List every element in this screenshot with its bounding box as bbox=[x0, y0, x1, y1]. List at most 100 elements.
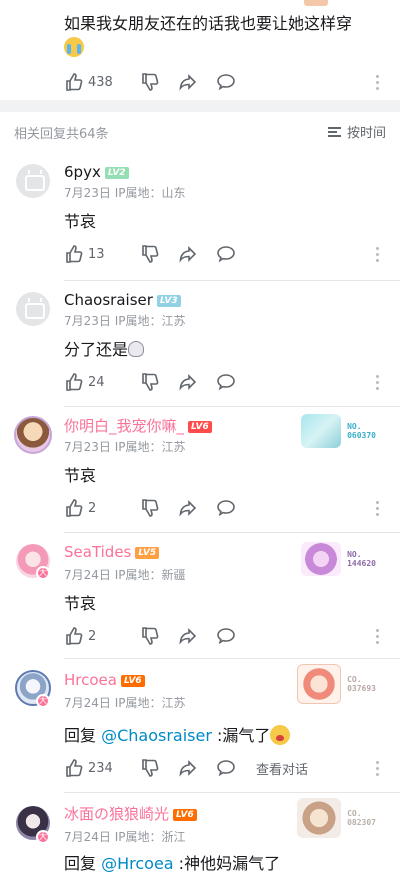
reply-button[interactable] bbox=[216, 244, 236, 264]
section-divider bbox=[0, 100, 400, 112]
avatar[interactable] bbox=[14, 416, 52, 454]
thumbs-down-icon bbox=[140, 372, 160, 392]
top-decoration bbox=[304, 0, 328, 6]
reply-item: 大 冰面の狼狼崎光 LV6 CO. 082307 7月24日 IP属地：浙江 回复… bbox=[0, 794, 400, 877]
share-button[interactable] bbox=[178, 244, 198, 264]
thumbs-up-icon bbox=[64, 244, 84, 264]
like-button[interactable]: 2 bbox=[64, 498, 122, 518]
skull-crossbones-icon bbox=[128, 341, 145, 357]
thumbs-up-icon bbox=[64, 72, 84, 92]
reply-button[interactable] bbox=[216, 372, 236, 392]
thumbs-down-icon bbox=[140, 758, 160, 778]
reply-content: 回复 @Hrcoea :神他妈漏气了 bbox=[64, 854, 281, 873]
like-button[interactable]: 13 bbox=[64, 244, 122, 264]
mention-link[interactable]: @Chaosraiser bbox=[101, 726, 212, 745]
reply-meta: 7月23日 IP属地：山东 bbox=[64, 186, 186, 200]
like-button[interactable]: 2 bbox=[64, 626, 122, 646]
reply-content: 回复 @Chaosraiser :漏气了 bbox=[64, 724, 291, 748]
share-button[interactable] bbox=[178, 72, 198, 92]
share-icon bbox=[178, 758, 198, 778]
dislike-button[interactable] bbox=[140, 372, 160, 392]
view-conversation-link[interactable]: 查看对话 bbox=[256, 759, 308, 778]
like-button[interactable]: 438 bbox=[64, 72, 122, 92]
username[interactable]: 6pyx LV2 bbox=[64, 162, 129, 182]
like-count: 2 bbox=[88, 500, 97, 516]
anxious-sweat-face-icon bbox=[270, 725, 291, 745]
sort-by-time-button[interactable]: 按时间 bbox=[327, 122, 386, 141]
reply-actions: 2 bbox=[64, 498, 390, 518]
username[interactable]: 冰面の狼狼崎光 LV6 bbox=[64, 804, 197, 824]
share-icon bbox=[178, 72, 198, 92]
avatar[interactable] bbox=[16, 292, 50, 326]
vip-badge: 大 bbox=[36, 830, 50, 844]
share-icon bbox=[178, 626, 198, 646]
more-options-button[interactable] bbox=[376, 629, 380, 645]
comment-text: 如果我女朋友还在的话我也要让她这样穿 bbox=[64, 14, 353, 33]
dislike-button[interactable] bbox=[140, 244, 160, 264]
level-badge: LV2 bbox=[104, 167, 129, 179]
level-badge: LV5 bbox=[135, 547, 160, 559]
more-options-button[interactable] bbox=[376, 75, 380, 91]
share-button[interactable] bbox=[178, 498, 198, 518]
username[interactable]: Chaosraiser LV3 bbox=[64, 290, 181, 310]
reply-content: 节哀 bbox=[64, 466, 97, 485]
share-button[interactable] bbox=[178, 372, 198, 392]
vip-badge: 大 bbox=[36, 694, 50, 708]
fan-decoration[interactable]: NO. 144620 bbox=[301, 542, 376, 576]
more-options-button[interactable] bbox=[376, 247, 380, 263]
like-count: 438 bbox=[88, 74, 113, 90]
reply-meta: 7月23日 IP属地：江苏 bbox=[64, 440, 186, 454]
comment-icon bbox=[216, 372, 236, 392]
reply-actions: 13 bbox=[64, 244, 390, 264]
username[interactable]: 你明白_我宠你嘛_ LV6 bbox=[64, 416, 212, 436]
more-options-button[interactable] bbox=[376, 761, 380, 777]
level-badge: LV6 bbox=[173, 809, 197, 821]
fan-decoration[interactable]: NO. 060370 bbox=[301, 414, 376, 448]
share-icon bbox=[178, 372, 198, 392]
dislike-button[interactable] bbox=[140, 626, 160, 646]
reply-item: 大 SeaTides LV5 NO. 144620 7月24日 IP属地：新疆 节… bbox=[0, 532, 400, 660]
replies-header: 相关回复共64条 按时间 bbox=[0, 112, 400, 152]
like-count: 2 bbox=[88, 628, 97, 644]
reply-actions: 24 bbox=[64, 372, 390, 392]
fan-decoration[interactable]: CO. 082307 bbox=[297, 798, 376, 838]
like-button[interactable]: 234 bbox=[64, 758, 122, 778]
reply-button[interactable] bbox=[216, 498, 236, 518]
thumbs-up-icon bbox=[64, 626, 84, 646]
thumbs-down-icon bbox=[140, 498, 160, 518]
dislike-button[interactable] bbox=[140, 498, 160, 518]
vip-badge: 大 bbox=[36, 566, 50, 580]
mention-link[interactable]: @Hrcoea bbox=[101, 854, 174, 873]
share-button[interactable] bbox=[178, 626, 198, 646]
like-button[interactable]: 24 bbox=[64, 372, 122, 392]
reply-content: 节哀 bbox=[64, 212, 97, 231]
comment-icon bbox=[216, 498, 236, 518]
reply-content: 节哀 bbox=[64, 594, 97, 613]
like-count: 13 bbox=[88, 246, 105, 262]
dislike-button[interactable] bbox=[140, 758, 160, 778]
decoration-number: NO. 144620 bbox=[347, 550, 376, 568]
top-comment: 如果我女朋友还在的话我也要让她这样穿 438 bbox=[0, 0, 400, 100]
username[interactable]: Hrcoea LV6 bbox=[64, 670, 145, 690]
reply-button[interactable] bbox=[216, 758, 236, 778]
reply-item: 大 Hrcoea LV6 CO. 037693 7月24日 IP属地：江苏 回复 … bbox=[0, 660, 400, 794]
share-button[interactable] bbox=[178, 758, 198, 778]
fan-decoration[interactable]: CO. 037693 bbox=[297, 664, 376, 704]
thumbs-down-icon bbox=[140, 244, 160, 264]
thumbs-up-icon bbox=[64, 498, 84, 518]
avatar[interactable] bbox=[16, 164, 50, 198]
reply-button[interactable] bbox=[216, 72, 236, 92]
thumbs-up-icon bbox=[64, 372, 84, 392]
username[interactable]: SeaTides LV5 bbox=[64, 542, 160, 562]
decoration-number: CO. 037693 bbox=[347, 675, 376, 693]
more-options-button[interactable] bbox=[376, 375, 380, 391]
reply-meta: 7月23日 IP属地：江苏 bbox=[64, 314, 186, 328]
decoration-image bbox=[301, 542, 342, 576]
level-badge: LV3 bbox=[156, 295, 181, 307]
reply-actions: 2 bbox=[64, 626, 390, 646]
more-options-button[interactable] bbox=[376, 501, 380, 517]
thumbs-up-icon bbox=[64, 758, 84, 778]
dislike-button[interactable] bbox=[140, 72, 160, 92]
reply-button[interactable] bbox=[216, 626, 236, 646]
reply-actions: 234 查看对话 bbox=[64, 758, 390, 778]
